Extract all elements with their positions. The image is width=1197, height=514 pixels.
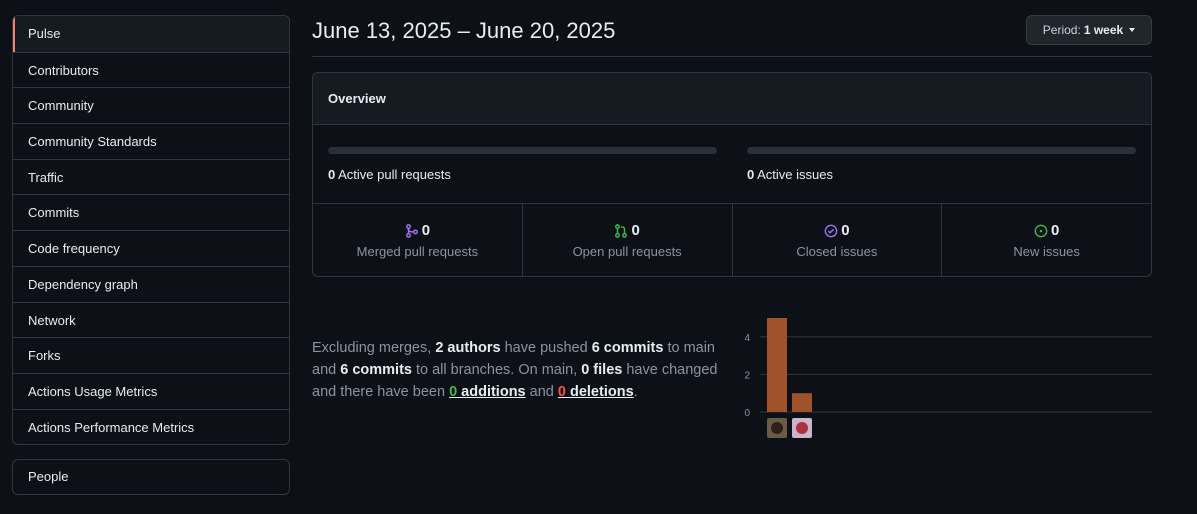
sidebar-item-contributors[interactable]: Contributors: [13, 51, 289, 88]
sidebar-item-pulse[interactable]: Pulse: [13, 16, 289, 52]
people-sidebar: People: [12, 459, 290, 495]
period-label: Period:: [1042, 23, 1081, 37]
overview-panel: Overview 0 Active pull requests 0 Active…: [312, 72, 1152, 277]
insights-sidebar: Pulse Contributors Community Community Stan…: [12, 15, 290, 446]
active-issues[interactable]: 0 Active issues: [747, 147, 1136, 182]
y-tick-label: 2: [744, 370, 750, 381]
caret-down-icon: [1129, 28, 1136, 32]
stat-label: Closed issues: [796, 244, 878, 259]
bar[interactable]: [792, 393, 812, 412]
contributor-avatar[interactable]: [792, 418, 812, 438]
period-dropdown-button[interactable]: Period: 1 week: [1026, 15, 1152, 45]
bar[interactable]: [767, 318, 787, 412]
y-tick-label: 0: [744, 408, 750, 419]
pull-request-icon: [615, 223, 628, 238]
sidebar-item-commits[interactable]: Commits: [13, 194, 289, 230]
contributor-avatar[interactable]: [767, 418, 787, 438]
sidebar-item-actions-usage-metrics[interactable]: Actions Usage Metrics: [13, 372, 289, 409]
sidebar-item-community[interactable]: Community: [13, 87, 289, 123]
stat-value: 0: [841, 222, 850, 239]
sidebar-item-actions-performance-metrics[interactable]: Actions Performance Metrics: [13, 408, 289, 445]
open-issue-icon: [1034, 224, 1048, 237]
commits-main-count: 6 commits: [591, 340, 664, 356]
active-prs-label: 0 Active pull requests: [328, 167, 451, 182]
stat-label: Merged pull requests: [356, 244, 479, 259]
contributors-chart: 0 2 4: [740, 310, 1152, 440]
sidebar-item-network[interactable]: Network: [13, 301, 289, 338]
files-count: 0 files: [581, 362, 623, 378]
header-divider: [312, 56, 1152, 57]
sidebar-item-people[interactable]: People: [13, 460, 289, 494]
stats-row: 0 Merged pull requests 0 Open pull reque…: [313, 204, 1151, 276]
authors-count: 2 authors: [435, 340, 501, 356]
stat-label: Open pull requests: [572, 244, 682, 259]
stat-new-issues[interactable]: 0 New issues: [941, 204, 1151, 276]
stat-value: 0: [421, 222, 431, 239]
y-tick-label: 4: [744, 333, 750, 344]
sidebar-item-traffic[interactable]: Traffic: [13, 158, 289, 195]
additions-link[interactable]: 0 additions: [449, 384, 526, 400]
closed-issue-icon: [824, 224, 838, 237]
sidebar-item-code-frequency[interactable]: Code frequency: [13, 230, 289, 266]
sidebar-item-forks[interactable]: Forks: [13, 337, 289, 373]
active-prs-bar: [328, 147, 717, 154]
deletions-link[interactable]: 0 deletions: [558, 384, 634, 400]
period-value: 1 week: [1083, 23, 1124, 37]
activity-row: 0 Active pull requests 0 Active issues: [313, 125, 1151, 204]
contributors-bar-chart: 0 2 4: [744, 318, 1152, 438]
sidebar-item-dependency-graph[interactable]: Dependency graph: [13, 265, 289, 302]
overview-title: Overview: [313, 73, 1151, 125]
stat-value: 0: [631, 222, 640, 239]
stat-value: 0: [1050, 222, 1060, 239]
commit-summary: Excluding merges, 2 authors have pushed …: [312, 340, 718, 400]
page-title: June 13, 2025 – June 20, 2025: [312, 18, 616, 43]
stat-open-prs[interactable]: 0 Open pull requests: [521, 204, 732, 276]
merge-icon: [405, 223, 418, 238]
stat-closed-issues[interactable]: 0 Closed issues: [731, 204, 942, 276]
active-prs[interactable]: 0 Active pull requests: [328, 147, 717, 182]
active-issues-label: 0 Active issues: [747, 167, 834, 182]
sidebar-item-community-standards[interactable]: Community Standards: [13, 123, 289, 159]
active-issues-bar: [747, 147, 1136, 154]
stat-label: New issues: [1013, 244, 1080, 259]
commits-all-count: 6 commits: [340, 362, 412, 378]
stat-merged-prs[interactable]: 0 Merged pull requests: [313, 204, 522, 276]
